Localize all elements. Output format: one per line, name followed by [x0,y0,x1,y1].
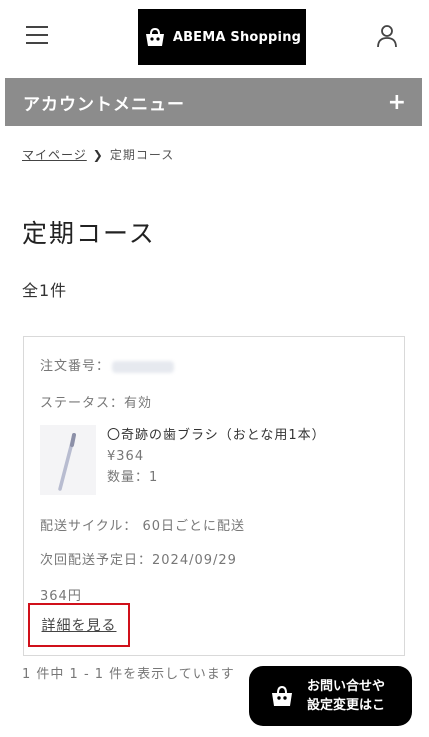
site-header: ABEMA Shopping [0,0,429,76]
result-count: 全1件 [22,281,68,300]
product-quantity: 数量：1 [107,470,159,485]
plus-icon: + [387,89,406,115]
order-number-redacted [112,360,175,373]
order-number-label: 注文番号： [40,359,111,374]
product-name[interactable]: 〇奇跡の歯ブラシ（おとな用1本） [107,425,326,446]
pagination-summary: 1 件中 1 - 1 件を表示しています [22,667,235,682]
product-info: 〇奇跡の歯ブラシ（おとな用1本） ¥364 数量：1 [107,425,326,488]
hamburger-menu-icon[interactable] [26,26,48,44]
shopping-bag-logo-icon [145,27,164,46]
order-number-row: 注文番号： [40,355,175,374]
subscription-card: 注文番号： ステータス：有効 〇奇跡の歯ブラシ（おとな用1本） ¥364 数量：… [23,336,405,656]
view-details-label: 詳細を見る [41,618,117,634]
contact-button-line2: 設定変更はこ [307,698,386,713]
product-image[interactable] [40,425,96,495]
breadcrumb-mypage-link[interactable]: マイページ [22,146,87,163]
toothbrush-image [40,425,96,495]
breadcrumb: マイページ ❯ 定期コース [22,146,174,163]
abema-shopping-logo[interactable]: ABEMA Shopping [138,9,306,65]
account-menu-toggle[interactable]: アカウントメニュー + [5,78,422,126]
subscription-status: ステータス：有効 [40,396,153,411]
subscription-total: 364円 [40,589,82,604]
page-title: 定期コース [22,219,156,248]
contact-button-label: お問い合せや 設定変更はこ [307,677,385,715]
breadcrumb-current: 定期コース [109,148,175,162]
shopping-bag-logo-icon [272,685,292,706]
chevron-right-icon: ❯ [92,147,104,162]
product-price: ¥364 [107,449,145,464]
account-menu-label: アカウントメニュー [23,94,185,115]
logo-text: ABEMA Shopping [172,29,302,45]
delivery-cycle: 配送サイクル： 60日ごとに配送 [40,519,246,534]
contact-button-line1: お問い合せや [307,679,386,694]
user-account-icon[interactable] [376,24,398,48]
next-delivery-date: 次回配送予定日：2024/09/29 [40,553,237,568]
contact-settings-button[interactable]: お問い合せや 設定変更はこ [249,666,412,726]
view-details-link[interactable]: 詳細を見る [28,603,130,647]
